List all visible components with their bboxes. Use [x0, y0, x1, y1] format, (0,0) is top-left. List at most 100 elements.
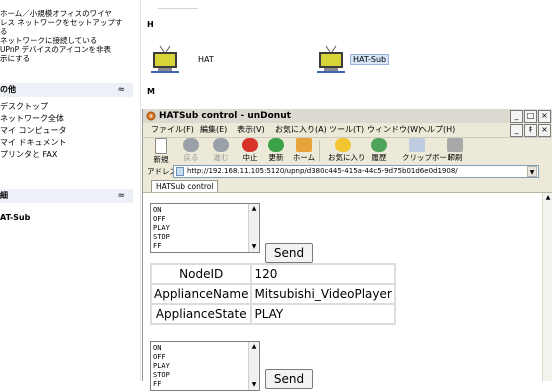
navigation-toolbar: 新規 戻る 進む 中止 更新 ホーム お気に入り 履歴 クリップボード 印刷 — [143, 138, 552, 164]
menu-favorites[interactable]: お気に入り(A) — [275, 124, 327, 136]
address-dropdown-button[interactable]: ▼ — [527, 166, 537, 177]
address-bar: アドレス http://192.168.11.105:5120/upnp/d38… — [143, 165, 552, 178]
page-content: ON OFF PLAY STOP FF ▲ ▼ Send NodeID 120 … — [143, 193, 543, 391]
minimize-button[interactable]: _ — [510, 110, 523, 123]
collapse-chevron-icon[interactable]: ≈ — [117, 189, 125, 203]
menu-bar: ファイル(F) 編集(E) 表示(V) お気に入り(A) ツール(T) ウィンド… — [143, 123, 552, 138]
toolbar-favorites-button[interactable]: お気に入り — [328, 138, 366, 163]
scroll-down-arrow-icon[interactable]: ▼ — [250, 381, 258, 389]
undonut-app-icon — [146, 111, 156, 121]
command-option[interactable]: FF — [153, 242, 170, 251]
network-tasks-list: ホーム／小規模オフィスのワイヤ レス ネットワークをセットアップす る ネットワ… — [0, 9, 140, 63]
info-value: 120 — [250, 263, 396, 285]
table-row: ApplianceName Mitsubishi_VideoPlayer — [149, 283, 396, 305]
details-device-name: AT-Sub — [0, 213, 31, 222]
command-option[interactable]: STOP — [153, 233, 170, 242]
toolbar-back-button[interactable]: 戻る — [176, 138, 206, 163]
command-listbox-2[interactable]: ON OFF PLAY STOP FF ▲ ▼ — [150, 341, 260, 391]
command-option[interactable]: STOP — [153, 371, 170, 380]
command-option[interactable]: ON — [153, 206, 170, 215]
stop-icon — [242, 138, 258, 152]
device-item-hat-sub[interactable]: HAT-Sub — [316, 44, 390, 74]
scroll-up-arrow-icon[interactable]: ▲ — [250, 343, 258, 351]
listbox-scrollbar[interactable]: ▲ ▼ — [248, 342, 259, 390]
task-line[interactable]: 示にする — [0, 54, 140, 63]
menu-window[interactable]: ウィンドウ(W) — [367, 124, 421, 136]
toolbar-history-button[interactable]: 履歴 — [364, 138, 394, 163]
listbox-scrollbar[interactable]: ▲ ▼ — [248, 204, 259, 252]
toolbar-label: クリップボード — [402, 153, 455, 162]
command-options: ON OFF PLAY STOP FF — [153, 344, 170, 389]
scroll-down-arrow-icon[interactable]: ▼ — [250, 243, 258, 251]
device-item-hat[interactable]: HAT — [150, 44, 214, 74]
toolbar-label: 履歴 — [371, 153, 387, 162]
device-info-table: NodeID 120 ApplianceName Mitsubishi_Vide… — [149, 263, 396, 325]
toolbar-separator — [319, 140, 320, 162]
details-header[interactable]: 細 ≈ — [0, 189, 133, 203]
command-listbox[interactable]: ON OFF PLAY STOP FF ▲ ▼ — [150, 203, 260, 253]
other-places-title: の他 — [0, 85, 16, 94]
page-scrollbar[interactable]: ▲ — [542, 193, 552, 381]
menu-help[interactable]: ヘルプ(H) — [419, 124, 455, 136]
toolbar-print-button[interactable]: 印刷 — [440, 138, 470, 163]
toolbar-label: ホーム — [292, 153, 316, 162]
other-places-list: デスクトップ ネットワーク全体 マイ コンピュータ マイ ドキュメント プリンタ… — [0, 101, 67, 161]
back-arrow-icon — [183, 138, 199, 152]
menu-edit[interactable]: 編集(E) — [200, 124, 227, 136]
send-button-2[interactable]: Send — [265, 369, 313, 389]
maximize-button[interactable]: □ — [524, 110, 537, 123]
task-line[interactable]: ネットワークに接続している — [0, 36, 140, 45]
toolbar-label: 戻る — [183, 153, 199, 162]
page-icon — [176, 167, 184, 176]
send-button[interactable]: Send — [265, 243, 313, 263]
history-icon — [371, 138, 387, 152]
task-line[interactable]: る — [0, 27, 140, 36]
other-places-header[interactable]: の他 ≈ — [0, 83, 133, 97]
task-line[interactable]: レス ネットワークをセットアップす — [0, 18, 140, 27]
mdi-controls: _ ｷ × — [510, 124, 551, 137]
details-content: AT-Sub — [0, 212, 30, 224]
place-link-entire-network[interactable]: ネットワーク全体 — [0, 113, 67, 125]
group-divider — [158, 8, 198, 9]
group-heading-m: M — [147, 87, 155, 96]
device-label: HAT — [198, 54, 214, 64]
window-titlebar[interactable]: HATSub control - unDonut _ □ × — [143, 109, 552, 123]
info-key: ApplianceName — [149, 283, 253, 305]
address-input[interactable]: http://192.168.11.105:5120/upnp/d380c445… — [173, 165, 539, 178]
toolbar-clipboard-button[interactable]: クリップボード — [402, 138, 455, 163]
window-title: HATSub control - unDonut — [159, 111, 291, 121]
toolbar-forward-button[interactable]: 進む — [206, 138, 236, 163]
place-link-my-documents[interactable]: マイ ドキュメント — [0, 137, 67, 149]
mdi-restore-button[interactable]: ｷ — [524, 124, 537, 137]
menu-tools[interactable]: ツール(T) — [329, 124, 364, 136]
favorites-star-icon — [335, 138, 351, 152]
toolbar-refresh-button[interactable]: 更新 — [261, 138, 291, 163]
explorer-task-pane: ホーム／小規模オフィスのワイヤ レス ネットワークをセットアップす る ネットワ… — [0, 0, 141, 381]
scroll-up-arrow-icon[interactable]: ▲ — [544, 194, 552, 202]
device-label: HAT-Sub — [350, 53, 390, 65]
command-option[interactable]: OFF — [153, 215, 170, 224]
mdi-close-button[interactable]: × — [538, 124, 551, 137]
scroll-up-arrow-icon[interactable]: ▲ — [250, 205, 258, 213]
mdi-minimize-button[interactable]: _ — [510, 124, 523, 137]
new-page-icon — [155, 138, 167, 154]
command-option[interactable]: PLAY — [153, 362, 170, 371]
close-button[interactable]: × — [538, 110, 551, 123]
command-option[interactable]: OFF — [153, 353, 170, 362]
table-row: ApplianceState PLAY — [149, 303, 396, 325]
toolbar-home-button[interactable]: ホーム — [289, 138, 319, 163]
command-option[interactable]: PLAY — [153, 224, 170, 233]
command-option[interactable]: ON — [153, 344, 170, 353]
info-key: NodeID — [149, 263, 253, 285]
tab-hatsub-control[interactable]: HATSub control — [151, 180, 219, 192]
task-line[interactable]: ホーム／小規模オフィスのワイヤ — [0, 9, 140, 18]
toolbar-new-button[interactable]: 新規 — [146, 138, 176, 165]
menu-view[interactable]: 表示(V) — [237, 124, 265, 136]
menu-file[interactable]: ファイル(F) — [151, 124, 194, 136]
command-option[interactable]: FF — [153, 380, 170, 389]
collapse-chevron-icon[interactable]: ≈ — [117, 83, 125, 97]
place-link-printers-fax[interactable]: プリンタと FAX — [0, 149, 67, 161]
place-link-my-computer[interactable]: マイ コンピュータ — [0, 125, 67, 137]
place-link-desktop[interactable]: デスクトップ — [0, 101, 67, 113]
task-line[interactable]: UPnP デバイスのアイコンを非表 — [0, 45, 140, 54]
